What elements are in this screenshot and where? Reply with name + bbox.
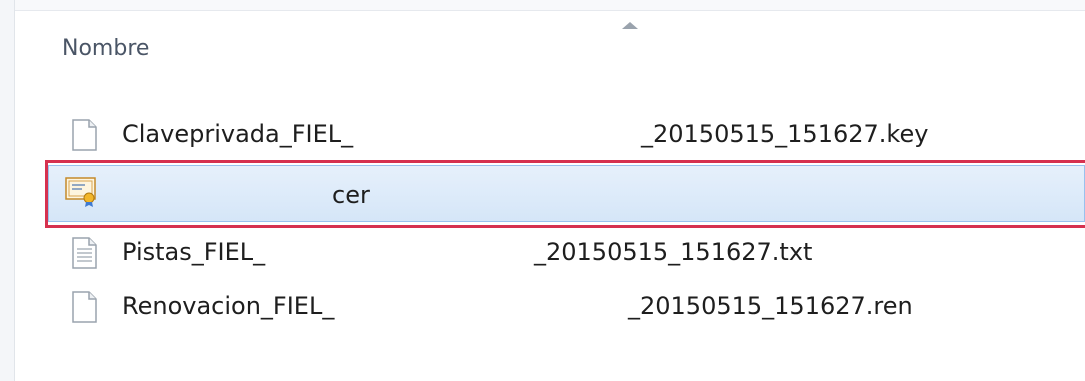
file-name-prefix: Pistas_FIEL_ <box>122 238 266 266</box>
file-name-prefix: Renovacion_FIEL_ <box>122 292 335 320</box>
file-name-suffix: _20150515_151627.txt <box>534 238 813 266</box>
blank-document-icon <box>72 291 97 323</box>
annotation-highlight-box <box>45 160 1085 228</box>
file-row-txt[interactable]: Pistas_FIEL_ _20150515_151627.txt <box>48 230 1085 272</box>
blank-document-icon <box>72 119 97 151</box>
sort-ascending-icon <box>622 22 638 29</box>
file-name-suffix: _20150515_151627.ren <box>628 292 913 320</box>
column-header-name[interactable]: Nombre <box>62 36 149 61</box>
text-document-icon <box>72 237 97 269</box>
pane-left-edge <box>0 0 15 381</box>
file-list-pane: Nombre Claveprivada_FIEL_ _20150515_1516… <box>0 0 1085 381</box>
pane-top-edge <box>0 0 1085 11</box>
file-row-ren[interactable]: Renovacion_FIEL_ _20150515_151627.ren <box>48 284 1085 326</box>
file-row-key[interactable]: Claveprivada_FIEL_ _20150515_151627.key <box>48 112 1085 154</box>
file-name-prefix: Claveprivada_FIEL_ <box>122 120 354 148</box>
file-name-suffix: _20150515_151627.key <box>641 120 929 148</box>
